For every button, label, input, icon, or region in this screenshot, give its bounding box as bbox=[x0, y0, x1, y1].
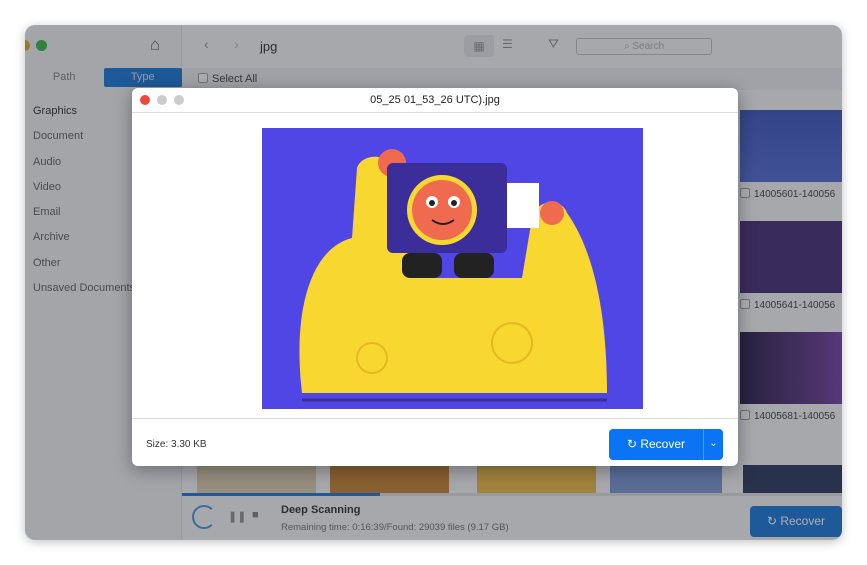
file-size: Size: 3.30 KB bbox=[146, 439, 207, 450]
preview-dialog: 05_25 01_53_26 UTC).jpg Size: 3.30 KB ↻ … bbox=[132, 88, 738, 466]
recover-icon: ↻ bbox=[626, 437, 641, 451]
recover-button[interactable]: ↻ Recover bbox=[609, 429, 704, 460]
dialog-title: 05_25 01_53_26 UTC).jpg bbox=[370, 94, 500, 106]
zoom-button bbox=[174, 95, 184, 105]
close-button[interactable] bbox=[140, 95, 150, 105]
recover-split-button: ↻ Recover ⌄ bbox=[609, 429, 723, 460]
minimize-button bbox=[157, 95, 167, 105]
image-preview bbox=[262, 128, 643, 409]
chevron-down-icon[interactable]: ⌄ bbox=[704, 429, 723, 460]
